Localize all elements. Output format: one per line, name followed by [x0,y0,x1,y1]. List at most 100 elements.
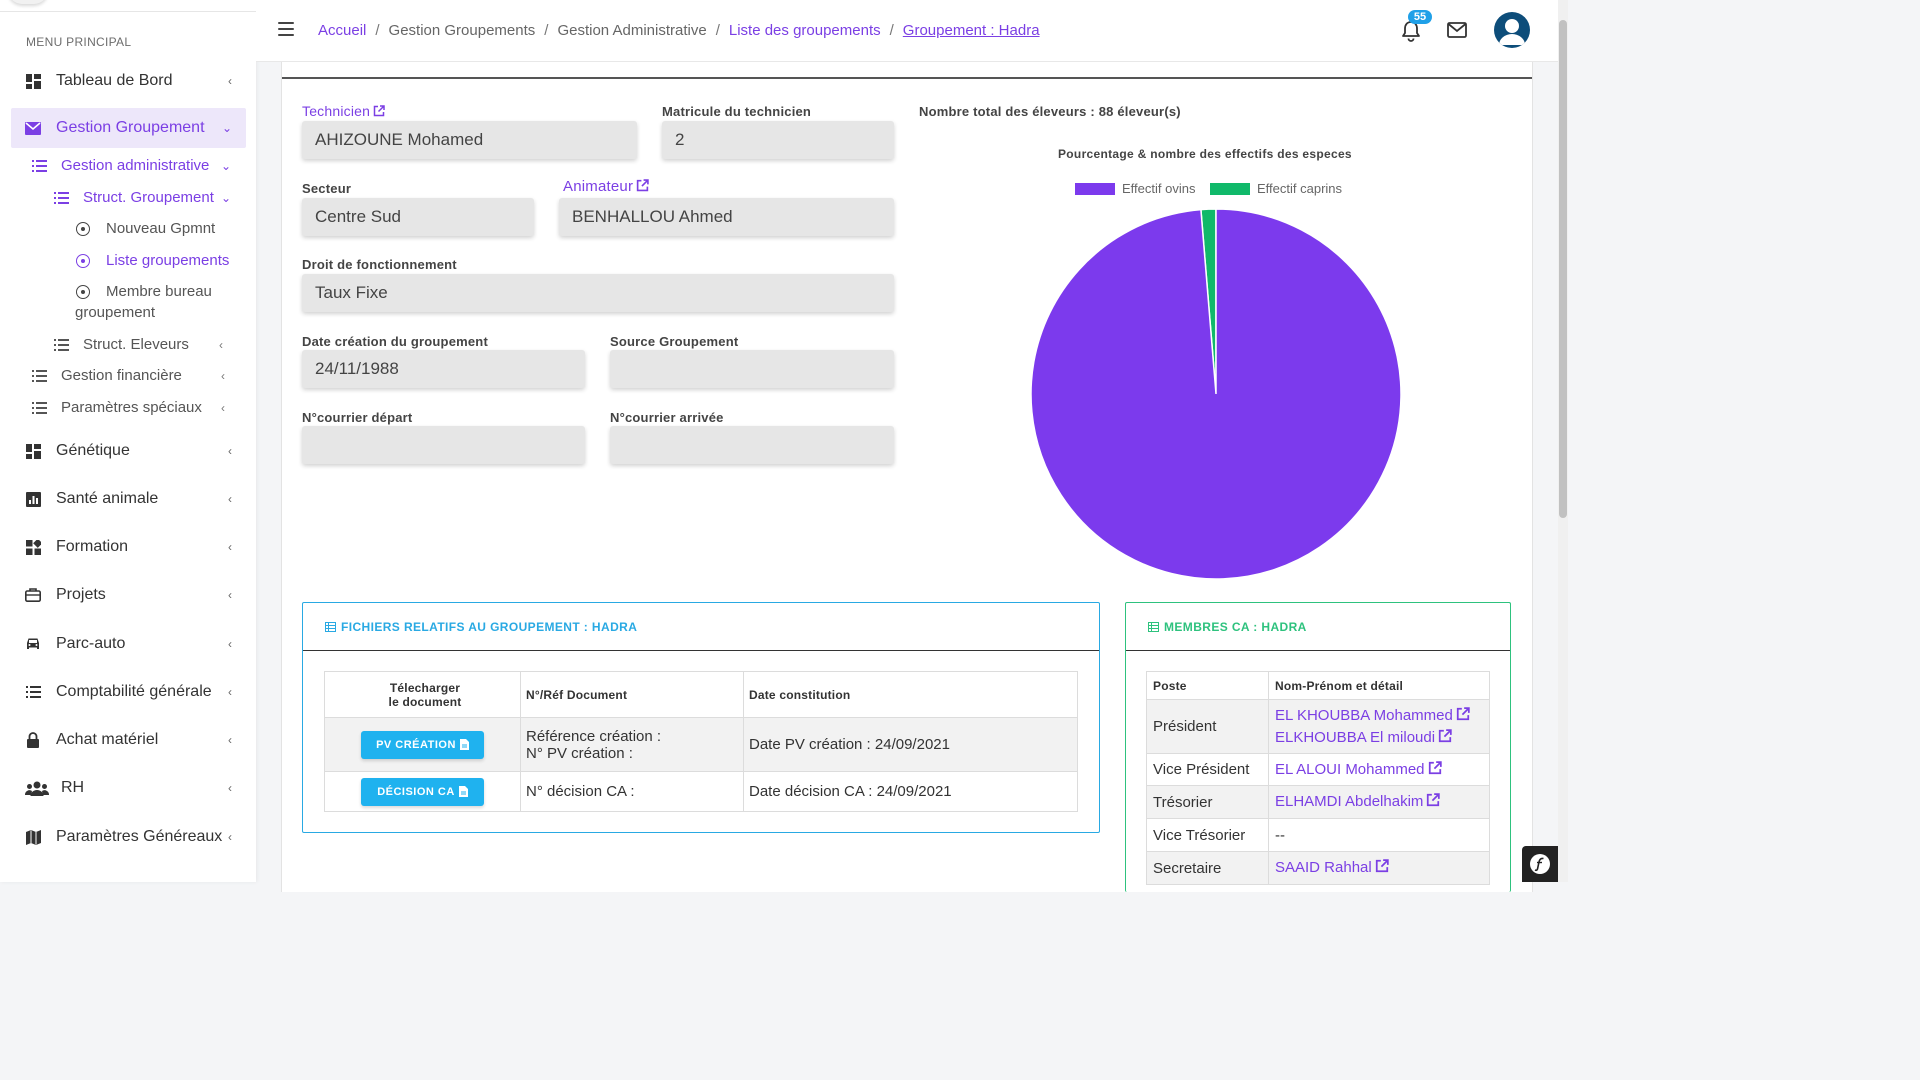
animateur-link[interactable]: Animateur [563,178,649,196]
scrollbar-thumb[interactable] [1559,20,1567,518]
member-link[interactable]: SAAID Rahhal [1275,857,1483,879]
member-link[interactable]: EL ALOUI Mohammed [1275,759,1483,781]
technicien-label: Technicien [302,103,371,119]
legend-item-ovins[interactable]: Effectif ovins [1075,181,1195,196]
table-row: Vice Président EL ALOUI Mohammed [1146,753,1490,786]
sidebar-item-comptabilite-generale[interactable]: Comptabilité générale ‹ [11,672,246,712]
sidebar-sub-struct-eleveurs[interactable]: Struct. Eleveurs ‹ [53,336,243,353]
table-row: Président EL KHOUBBA Mohammed ELKHOUBBA … [1146,699,1490,754]
breadcrumb-item-liste-groupements[interactable]: Liste des groupements [729,22,881,39]
files-panel: FICHIERS RELATIFS AU GROUPEMENT : HADRA … [302,602,1100,833]
chevron-down-icon: ⌄ [221,158,232,173]
external-link-icon [373,104,385,120]
files-panel-title: FICHIERS RELATIFS AU GROUPEMENT : HADRA [341,619,638,634]
lock-icon [25,732,41,748]
technicien-link[interactable]: Technicien [302,103,385,120]
sidebar-item-rh[interactable]: RH ‹ [11,768,246,808]
chevron-left-icon: ‹ [221,368,225,383]
sidebar-item-formation[interactable]: Formation ‹ [11,527,246,567]
members-panel-title: MEMBRES CA : HADRA [1164,619,1307,634]
list-icon [31,369,47,382]
sidebar-sub-liste-groupements[interactable]: Liste groupements [75,252,229,269]
chevron-left-icon: ‹ [228,637,232,651]
chevron-left-icon: ‹ [228,540,232,554]
breadcrumb-item-gestion-groupements: Gestion Groupements [388,22,536,39]
ref-line: N° PV création : [526,744,633,762]
member-link[interactable]: EL KHOUBBA Mohammed [1275,705,1483,727]
secteur-label: Secteur [302,181,352,196]
sidebar-item-genetique[interactable]: Génétique ‹ [11,431,246,471]
technicien-field[interactable]: AHIZOUNE Mohamed [302,121,637,159]
chart-title: Pourcentage & nombre des effectifs des e… [1058,147,1352,161]
secteur-field[interactable]: Centre Sud [302,198,534,236]
sidebar-item-parametres-generaux[interactable]: Paramètres Généreaux ‹ [11,817,246,857]
sidebar-item-achat-materiel[interactable]: Achat matériel ‹ [11,720,246,760]
sidebar-item-label: Tableau de Bord [56,72,173,89]
source-field[interactable] [610,350,894,388]
sidebar-sub-membre-bureau[interactable]: Membre bureau groupement [75,283,212,321]
legend-label: Effectif caprins [1257,181,1343,196]
symfony-toolbar-icon[interactable] [1522,846,1558,882]
sidebar-item-projets[interactable]: Projets ‹ [11,575,246,615]
sidebar-item-parc-auto[interactable]: Parc-auto ‹ [11,624,246,664]
sidebar-item-gestion-groupement[interactable]: Gestion Groupement ⌄ [11,108,246,148]
table-row: Trésorier ELHAMDI Abdelhakim [1146,785,1490,819]
droit-field[interactable]: Taux Fixe [302,274,894,312]
logo-strip [0,0,256,12]
courrier-arrivee-field[interactable] [610,426,894,464]
users-icon [25,780,49,796]
sidebar-item-sante-animale[interactable]: Santé animale ‹ [11,479,246,519]
animateur-field[interactable]: BENHALLOU Ahmed [559,198,894,236]
mail-icon[interactable] [1447,22,1467,38]
sidebar-sub-label: Struct. Groupement [83,189,214,206]
member-name: ELKHOUBBA El miloudi [1275,728,1436,746]
list-icon [31,159,47,172]
member-link[interactable]: ELHAMDI Abdelhakim [1275,791,1483,813]
sidebar-sub-gestion-financiere[interactable]: Gestion financière ‹ [31,367,241,384]
table-cell-names: EL ALOUI Mohammed [1268,753,1490,786]
courrier-arrivee-label: N°courrier arrivée [610,410,724,425]
pie-slice-ovins[interactable] [1030,208,1402,580]
hamburger-menu-icon[interactable] [278,22,294,36]
chevron-down-icon: ⌄ [221,121,232,135]
list-icon [31,401,47,414]
animateur-label: Animateur [563,178,634,195]
table-cell-poste: Secretaire [1146,851,1269,885]
member-link[interactable]: ELKHOUBBA El miloudi [1275,727,1483,749]
table-icon [1148,621,1159,632]
breadcrumb-item-accueil[interactable]: Accueil [318,22,366,39]
sidebar-item-tableau-de-bord[interactable]: Tableau de Bord ‹ [11,61,246,101]
courrier-depart-field[interactable] [302,426,585,464]
sidebar-sub-label: Liste groupements [106,252,230,269]
sidebar-sub-parametres-speciaux[interactable]: Paramètres spéciaux ‹ [31,399,241,416]
decision-ca-button[interactable]: DÉCISION CA [361,777,484,806]
matricule-field[interactable]: 2 [662,121,894,159]
table-cell-poste: Trésorier [1146,785,1269,819]
table-cell-names: -- [1268,818,1490,852]
sidebar-sub-gestion-administrative[interactable]: Gestion administrative ⌄ [31,157,241,174]
dashboard-icon [25,73,41,89]
map-icon [25,829,41,845]
chevron-left-icon: ‹ [228,492,232,506]
pv-creation-button[interactable]: PV CRÉATION [361,730,484,759]
sidebar-sub-struct-groupement[interactable]: Struct. Groupement ⌄ [53,189,243,206]
sidebar-item-label: Paramètres Généreaux [56,828,223,845]
droit-label: Droit de fonctionnement [302,257,457,272]
grid-icon [25,539,41,555]
external-link-icon [1456,706,1470,727]
table-cell: Référence création : N° PV création : [520,717,744,772]
envelope-icon [25,120,41,136]
sidebar-sub-nouveau-gpmnt[interactable]: Nouveau Gpmnt [75,220,215,237]
avatar[interactable] [1494,12,1530,48]
external-link-icon [1428,760,1442,781]
table-cell-names: ELHAMDI Abdelhakim [1268,785,1490,819]
column-header-ref: N°/Réf Document [520,671,744,718]
scrollbar[interactable] [1558,0,1568,882]
header-line: Télecharger [389,680,461,695]
date-creation-field[interactable]: 24/11/1988 [302,350,585,388]
sidebar-sub-label: Membre bureau [106,283,212,300]
legend-item-caprins[interactable]: Effectif caprins [1210,181,1342,196]
sidebar-item-label: Génétique [56,442,130,459]
breadcrumb-item-current[interactable]: Groupement : Hadra [903,22,1040,39]
pie-chart [1030,208,1402,580]
